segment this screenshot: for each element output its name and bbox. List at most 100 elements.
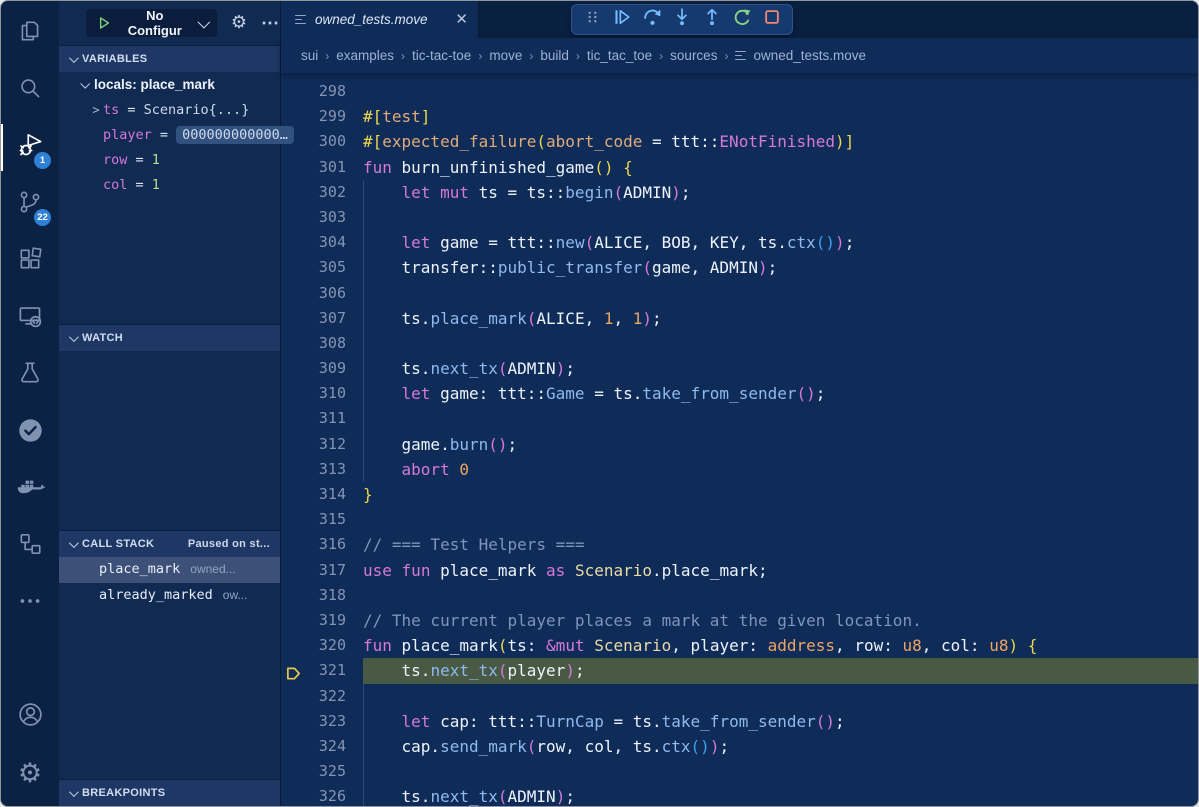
debug-more-actions-icon[interactable]: ⋯ (261, 14, 280, 32)
breadcrumb-item-sources[interactable]: sources (670, 48, 717, 63)
code-line-321[interactable]: 321 ts.next_tx(player); (281, 658, 1198, 683)
activity-item-accounts[interactable] (1, 688, 59, 745)
activity-item-search[interactable] (1, 62, 59, 119)
breadcrumb-item-examples[interactable]: examples (336, 48, 394, 63)
code-line-302[interactable]: 302 let mut ts = ts::begin(ADMIN); (281, 180, 1198, 205)
code-line-300[interactable]: 300#[expected_failure(abort_code = ttt::… (281, 129, 1198, 154)
debug-settings-gear-icon[interactable]: ⚙ (231, 14, 247, 32)
code-line-316[interactable]: 316// === Test Helpers === (281, 532, 1198, 557)
code-line-304[interactable]: 304 let game = ttt::new(ALICE, BOB, KEY,… (281, 230, 1198, 255)
code-line-313[interactable]: 313 abort 0 (281, 457, 1198, 482)
line-number[interactable]: 317 (281, 558, 363, 583)
line-number[interactable]: 316 (281, 532, 363, 557)
code-line-317[interactable]: 317use fun place_mark as Scenario.place_… (281, 558, 1198, 583)
step-into-button[interactable] (667, 6, 697, 33)
variable-row-col[interactable]: col = 1 (59, 172, 280, 197)
code-line-314[interactable]: 314} (281, 482, 1198, 507)
code-line-309[interactable]: 309 ts.next_tx(ADMIN); (281, 356, 1198, 381)
code-line-299[interactable]: 299#[test] (281, 104, 1198, 129)
call-stack-section-header[interactable]: CALL STACK Paused on st... (59, 530, 280, 557)
activity-item-docker[interactable] (1, 461, 59, 518)
breadcrumb-item-move[interactable]: move (489, 48, 522, 63)
line-number[interactable]: 314 (281, 482, 363, 507)
activity-item-explorer[interactable] (1, 5, 59, 62)
activity-item-extension-check[interactable] (1, 404, 59, 461)
activity-item-source-control[interactable]: 22 (1, 176, 59, 233)
code-line-312[interactable]: 312 game.burn(); (281, 432, 1198, 457)
code-line-303[interactable]: 303 (281, 205, 1198, 230)
line-number[interactable]: 320 (281, 633, 363, 658)
step-over-button[interactable] (637, 6, 667, 33)
stop-button[interactable] (757, 6, 787, 33)
line-number[interactable]: 306 (281, 281, 363, 306)
code-line-322[interactable]: 322 (281, 684, 1198, 709)
activity-item-testing[interactable] (1, 347, 59, 404)
line-number[interactable]: 303 (281, 205, 363, 230)
line-number[interactable]: 319 (281, 608, 363, 633)
stack-frame-already_marked[interactable]: already_markedow... (59, 583, 280, 609)
breakpoints-section-header[interactable]: BREAKPOINTS (59, 779, 280, 806)
line-number[interactable]: 313 (281, 457, 363, 482)
line-number[interactable]: 300 (281, 129, 363, 154)
variables-scope-row[interactable]: locals: place_mark (59, 72, 280, 97)
code-line-326[interactable]: 326 ts.next_tx(ADMIN); (281, 784, 1198, 806)
step-out-button[interactable] (697, 6, 727, 33)
line-number[interactable]: 311 (281, 406, 363, 431)
variables-section-header[interactable]: VARIABLES (59, 45, 280, 72)
activity-item-settings[interactable]: ⚙ (1, 745, 59, 802)
line-number[interactable]: 304 (281, 230, 363, 255)
debug-config-dropdown[interactable]: No Configur (86, 9, 217, 37)
breadcrumb-item-sui[interactable]: sui (301, 48, 318, 63)
code-line-320[interactable]: 320fun place_mark(ts: &mut Scenario, pla… (281, 633, 1198, 658)
line-number[interactable]: 326 (281, 784, 363, 806)
tab-owned-tests[interactable]: owned_tests.move ✕ (281, 1, 479, 38)
code-line-305[interactable]: 305 transfer::public_transfer(game, ADMI… (281, 255, 1198, 280)
code-line-323[interactable]: 323 let cap: ttt::TurnCap = ts.take_from… (281, 709, 1198, 734)
activity-item-remote-explorer[interactable] (1, 290, 59, 347)
code-editor[interactable]: 298299#[test]300#[expected_failure(abort… (281, 73, 1198, 806)
code-line-301[interactable]: 301fun burn_unfinished_game() { (281, 155, 1198, 180)
line-number[interactable]: 302 (281, 180, 363, 205)
line-number[interactable]: 325 (281, 759, 363, 784)
breadcrumb-item-owned_tests.move[interactable]: owned_tests.move (735, 48, 866, 63)
line-number[interactable]: 299 (281, 104, 363, 129)
code-line-311[interactable]: 311 (281, 406, 1198, 431)
activity-item-extensions[interactable] (1, 233, 59, 290)
breadcrumb-item-tic_tac_toe[interactable]: tic_tac_toe (587, 48, 652, 63)
line-number[interactable]: 298 (281, 79, 363, 104)
code-line-324[interactable]: 324 cap.send_mark(row, col, ts.ctx()); (281, 734, 1198, 759)
continue-button[interactable] (607, 6, 637, 33)
line-number[interactable]: 307 (281, 306, 363, 331)
variable-row-player[interactable]: player = 000000000000… (59, 122, 280, 147)
code-line-319[interactable]: 319// The current player places a mark a… (281, 608, 1198, 633)
line-number[interactable]: 309 (281, 356, 363, 381)
line-number[interactable]: 323 (281, 709, 363, 734)
activity-item-more-views[interactable] (1, 575, 59, 632)
line-number[interactable]: 312 (281, 432, 363, 457)
watch-section-header[interactable]: WATCH (59, 324, 280, 351)
line-number[interactable]: 305 (281, 255, 363, 280)
activity-item-symbols[interactable] (1, 518, 59, 575)
line-number[interactable]: 308 (281, 331, 363, 356)
line-number[interactable]: 301 (281, 155, 363, 180)
code-line-306[interactable]: 306 (281, 281, 1198, 306)
code-line-325[interactable]: 325 (281, 759, 1198, 784)
code-line-318[interactable]: 318 (281, 583, 1198, 608)
code-line-308[interactable]: 308 (281, 331, 1198, 356)
line-number[interactable]: 318 (281, 583, 363, 608)
code-line-307[interactable]: 307 ts.place_mark(ALICE, 1, 1); (281, 306, 1198, 331)
variable-row-row[interactable]: row = 1 (59, 147, 280, 172)
restart-button[interactable] (727, 6, 757, 33)
line-number[interactable]: 324 (281, 734, 363, 759)
variable-row-ts[interactable]: >ts = Scenario{...} (59, 97, 280, 122)
code-line-315[interactable]: 315 (281, 507, 1198, 532)
close-icon[interactable]: ✕ (455, 12, 468, 27)
line-number[interactable]: 310 (281, 381, 363, 406)
code-line-298[interactable]: 298 (281, 79, 1198, 104)
drag-handle-button[interactable] (577, 6, 607, 33)
activity-item-run-debug[interactable]: 1 (1, 119, 59, 176)
line-number[interactable]: 322 (281, 684, 363, 709)
breadcrumb-item-build[interactable]: build (540, 48, 569, 63)
breadcrumb-item-tic-tac-toe[interactable]: tic-tac-toe (412, 48, 471, 63)
line-number[interactable]: 315 (281, 507, 363, 532)
